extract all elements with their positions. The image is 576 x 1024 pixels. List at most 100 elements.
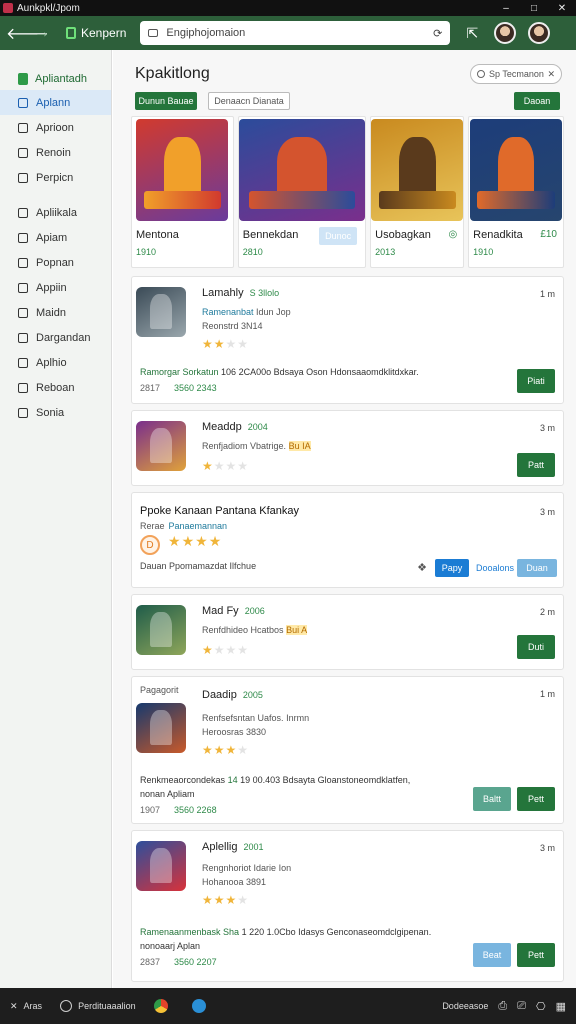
promo-card[interactable]: Ppoke Kanaan Pantana Kfankay Rerae Panaem… — [131, 492, 564, 588]
taskbar-app[interactable]: Perdituaaalion — [60, 1000, 136, 1012]
clear-icon[interactable]: ✕ — [547, 69, 555, 80]
secondary-button[interactable]: Baltt — [473, 787, 511, 811]
install-button[interactable]: Piati — [517, 369, 555, 393]
featured-action-button[interactable]: Dunoc — [319, 227, 358, 245]
rating-stars: ★★★★ — [202, 743, 249, 757]
app-description: Renkmeaorcondekas 14 19 00.403 Bdsayta G… — [140, 775, 410, 785]
app-meta-stats: 3560 2268 — [174, 805, 217, 815]
rating-stars: ★★★★ — [202, 459, 249, 473]
tab-label: Kenpern — [81, 26, 127, 40]
app-description-2: nonoaarj Aplan — [140, 941, 201, 951]
featured-card[interactable]: Mentona 1910 — [131, 116, 234, 268]
featured-name: Renadkita — [473, 229, 523, 241]
list-item[interactable]: Mad Fy 2006 Renfdhideo Hcatbos Bui A ★★★★… — [131, 594, 564, 670]
sidebar-item-12[interactable]: Sonia — [0, 400, 111, 425]
sidebar-item-label: Renoin — [36, 146, 71, 159]
sidebar-item-1[interactable]: Aprioon — [0, 115, 111, 140]
tab-active[interactable]: Kenpern — [66, 26, 126, 40]
featured-card[interactable]: Usobagkan 2013 ◎ — [370, 116, 465, 268]
app-subtitle-rest: Idun Jop — [253, 307, 291, 317]
install-button[interactable]: Duti — [517, 635, 555, 659]
sidebar-item-10[interactable]: Aplhio — [0, 350, 111, 375]
featured-artwork — [371, 119, 464, 221]
list-item[interactable]: Pagagorit Daadip 2005 Renfsefsntan Uafos.… — [131, 676, 564, 824]
install-button[interactable]: Patt — [517, 453, 555, 477]
sidebar-brand[interactable]: Apliantadh — [0, 50, 111, 90]
tray-icon[interactable]: ⎚ — [517, 1000, 526, 1013]
app-size: 3 m — [539, 423, 555, 433]
star-icon: ★ — [202, 893, 214, 907]
secondary-button[interactable]: Duan — [517, 559, 557, 577]
sidebar-item-4[interactable]: Apliikala — [0, 200, 111, 225]
download-link[interactable]: Dooalons — [471, 559, 519, 577]
browser-toolbar: 🡐 → Kenpern Engiphojomaion ⟳ ⇱ — [0, 16, 576, 50]
app-subtitle: Renfjadiom Vbatrige. Bu IA — [202, 441, 311, 451]
app-name-text: Daadip — [202, 689, 237, 701]
list-item[interactable]: Lamahly S 3llolo Ramenanbat Idun Jop Reon… — [131, 276, 564, 404]
sidebar-item-11[interactable]: Reboan — [0, 375, 111, 400]
tab-favicon-icon — [66, 27, 76, 39]
tray-icon[interactable]: ▦ — [556, 1000, 566, 1013]
taskbar-browser[interactable] — [153, 999, 174, 1013]
avatar-secondary[interactable] — [528, 22, 551, 44]
sidebar-item-9[interactable]: Dargandan — [0, 325, 111, 350]
sidebar-item-7[interactable]: Appiin — [0, 275, 111, 300]
secondary-button[interactable]: Beat — [473, 943, 511, 967]
tray-icon[interactable]: ⎙ — [498, 1000, 507, 1013]
address-bar[interactable]: Engiphojomaion ⟳ — [140, 21, 451, 45]
tray-icon[interactable]: ⎔ — [536, 1000, 546, 1013]
start-button[interactable]: ✕ Aras — [10, 1001, 42, 1012]
minimize-button[interactable]: – — [492, 3, 520, 14]
avatar[interactable] — [494, 22, 517, 44]
app-icon — [60, 1000, 73, 1012]
globe-icon — [191, 999, 206, 1013]
featured-sub: 1910 — [473, 247, 494, 257]
sidebar-item-6[interactable]: Popnan — [0, 250, 111, 275]
featured-artwork — [136, 119, 229, 221]
sidebar-item-5[interactable]: Apiam — [0, 225, 111, 250]
promo-description: Dauan Ppomamazdat Ilfchue — [140, 561, 257, 571]
buy-button[interactable]: Papy — [435, 559, 469, 577]
sidebar-item-label: Sonia — [36, 406, 65, 419]
action-chip[interactable]: Daoan — [514, 92, 560, 110]
window-titlebar: Aunkpkl/Jpom – □ ✕ — [0, 0, 576, 16]
featured-card[interactable]: Bennekdan 2810 Dunoc — [237, 116, 367, 268]
star-icon: ★ — [225, 643, 238, 657]
maximize-button[interactable]: □ — [520, 3, 548, 14]
sidebar-item-2[interactable]: Renoin — [0, 140, 111, 165]
filter-chip-secondary[interactable]: Denaacn Dianata — [208, 92, 290, 110]
install-button[interactable]: Pett — [517, 943, 555, 967]
app-icon — [136, 841, 186, 891]
sidebar-item-3[interactable]: Perpicn — [0, 165, 111, 190]
shield-icon — [18, 382, 28, 393]
featured-artwork — [238, 119, 365, 221]
refresh-icon[interactable]: ⟳ — [433, 27, 442, 40]
app-meta-stats: 3560 2343 — [174, 383, 217, 393]
app-subtitle-2: Hohanooa 3891 — [202, 877, 267, 887]
sidebar: Apliantadh Aplann Aprioon Renoin Perpicn… — [0, 50, 112, 988]
app-subtitle: Renfsefsntan Uafos. Inrmn — [202, 713, 309, 723]
mail-icon — [18, 307, 28, 318]
featured-sub: 1910 — [136, 247, 157, 257]
list-item[interactable]: Aplellig 2001 Rengnhoriot Idarie Ion Hoha… — [131, 830, 564, 982]
filter-chip-primary[interactable]: Dunun Bauae — [135, 92, 197, 110]
search-icon — [18, 172, 28, 183]
close-button[interactable]: ✕ — [548, 3, 576, 14]
share-icon[interactable]: ⇱ — [462, 25, 482, 42]
app-subtitle-2: Heroosras 3830 — [202, 727, 267, 737]
featured-card[interactable]: Renadkita 1910 £10 — [468, 116, 564, 268]
sidebar-item-0[interactable]: Aplann — [0, 90, 111, 115]
back-icon[interactable]: 🡐 — [6, 23, 49, 44]
apps-icon — [18, 122, 28, 133]
app-tag: 2005 — [242, 690, 263, 700]
sidebar-item-8[interactable]: Maidn — [0, 300, 111, 325]
app-tag: S 3llolo — [249, 288, 280, 298]
coin-icon: D — [140, 535, 160, 555]
forward-icon[interactable]: → — [30, 24, 54, 42]
search-input[interactable]: Sp Tecmanon ✕ — [470, 64, 562, 84]
star-icon: ★ — [237, 893, 250, 907]
list-item[interactable]: Meaddp 2004 Renfjadiom Vbatrige. Bu IA ★★… — [131, 410, 564, 486]
install-button[interactable]: Pett — [517, 787, 555, 811]
taskbar-edge[interactable] — [191, 999, 212, 1013]
app-name-text: Mad Fy — [202, 605, 239, 617]
